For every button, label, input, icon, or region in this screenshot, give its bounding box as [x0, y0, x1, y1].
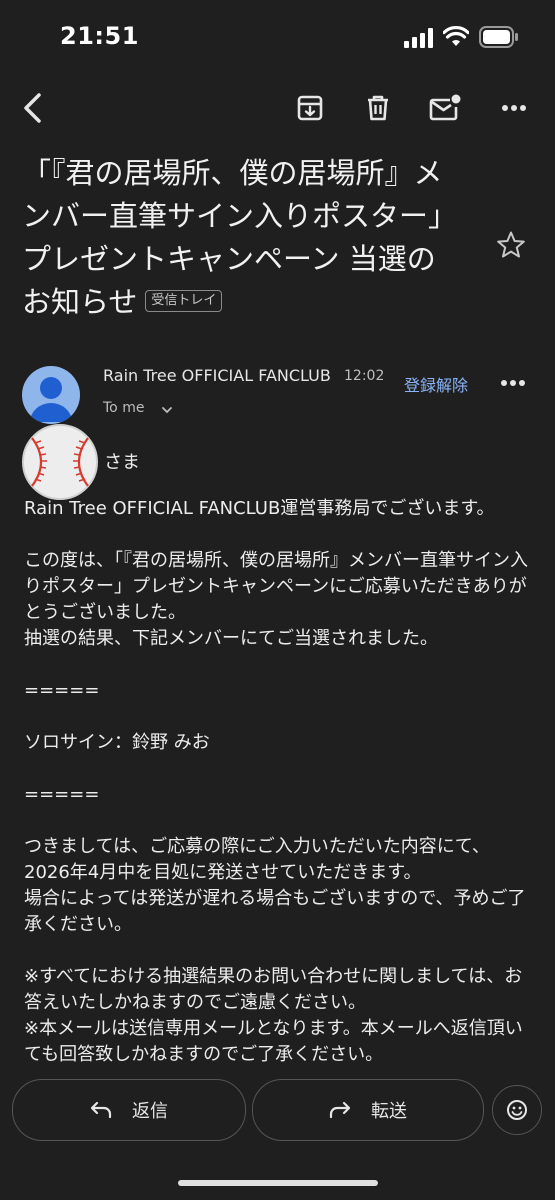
more-icon[interactable] — [494, 88, 534, 128]
unsubscribe-link[interactable]: 登録解除 — [404, 372, 468, 396]
body-line: つきましては、ご応募の際にご入力いただいた内容にて、 — [24, 836, 490, 857]
reply-label: 返信 — [132, 1101, 168, 1122]
star-icon[interactable] — [496, 230, 526, 264]
email-time: 12:02 — [344, 368, 385, 384]
subject-text: 「『君の居場所、僕の居場所』メンバー直筆サイン入りポスター」プレゼントキャンペー… — [22, 156, 458, 319]
body-line: 場合によっては発送が遅れる場合もございますので、予めご了承ください。 — [24, 888, 526, 935]
body-line: ソロサイン：鈴野 みお — [24, 732, 210, 753]
mark-unread-icon[interactable] — [425, 88, 465, 128]
forward-label: 転送 — [371, 1101, 407, 1122]
label-chip[interactable]: 受信トレイ — [145, 290, 223, 312]
back-icon[interactable] — [12, 88, 52, 128]
body-line: ※すべてにおける抽選結果のお問い合わせに関しましては、お答えいたしかねますのでご… — [24, 966, 523, 1013]
body-line: 2026年4月中を目処に発送させていただきます。 — [24, 862, 422, 883]
avatar[interactable] — [22, 366, 80, 424]
cellular-signal-icon — [404, 28, 434, 52]
body-line: ※本メールは送信専用メールとなります。本メールへ返信頂いても回答致しかねますので… — [24, 1018, 523, 1065]
email-body: Rain Tree OFFICIAL FANCLUB運営事務局でございます。 こ… — [24, 496, 534, 1068]
emoji-icon — [507, 1100, 527, 1120]
forward-icon — [329, 1101, 351, 1119]
reply-button[interactable]: 返信 — [12, 1079, 246, 1141]
emoji-reaction-button[interactable] — [492, 1085, 542, 1135]
wifi-icon — [442, 25, 470, 52]
body-line: ===== — [24, 680, 100, 701]
body-line: 抽選の結果、下記メンバーにてご当選されました。 — [24, 628, 438, 649]
status-time: 21:51 — [60, 22, 139, 50]
salutation: さま — [104, 452, 140, 473]
baseball-icon — [20, 422, 100, 506]
body-line: この度は、「『君の居場所、僕の居場所』メンバー直筆サイン入りポスター」プレゼント… — [24, 550, 528, 623]
delete-icon[interactable] — [358, 88, 398, 128]
reply-icon — [90, 1101, 112, 1119]
archive-icon[interactable] — [290, 88, 330, 128]
home-indicator — [178, 1180, 378, 1186]
sender-more-icon[interactable] — [500, 372, 526, 391]
body-line: Rain Tree OFFICIAL FANCLUB運営事務局でございます。 — [24, 498, 495, 519]
chevron-down-icon[interactable] — [160, 402, 174, 421]
body-line: ===== — [24, 784, 100, 805]
email-subject: 「『君の居場所、僕の居場所』メンバー直筆サイン入りポスター」プレゼントキャンペー… — [22, 152, 462, 324]
sender-name[interactable]: Rain Tree OFFICIAL FANCLUB — [103, 366, 335, 385]
forward-button[interactable]: 転送 — [252, 1079, 484, 1141]
battery-icon — [479, 26, 519, 52]
recipient-label[interactable]: To me — [103, 400, 144, 416]
